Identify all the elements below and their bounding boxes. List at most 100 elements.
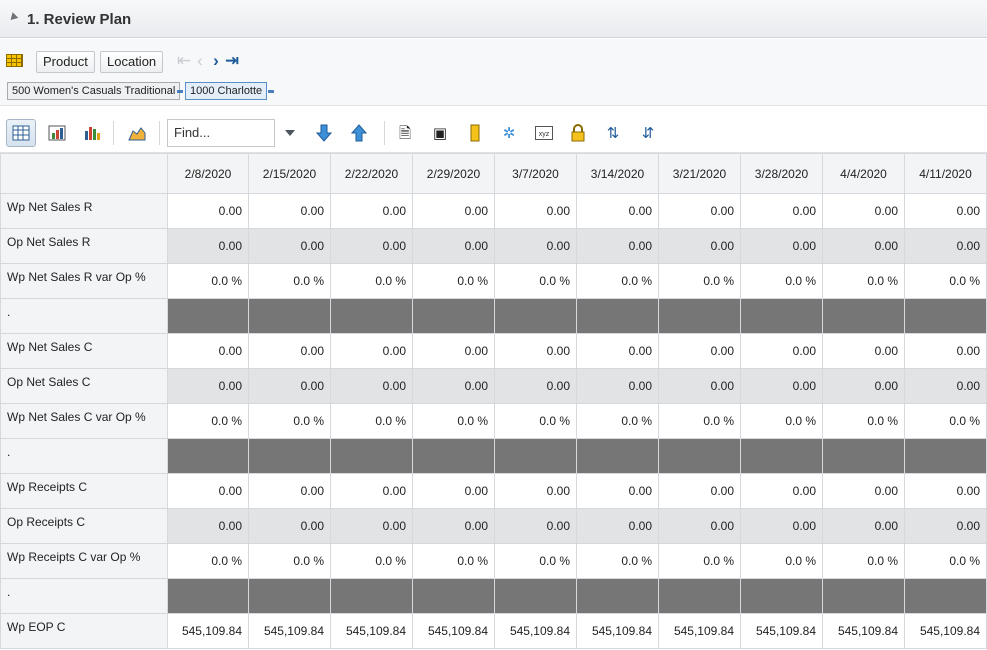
- grid-cell[interactable]: 0.00: [576, 193, 659, 229]
- column-header[interactable]: 3/21/2020: [658, 153, 741, 194]
- grid-cell[interactable]: 0.00: [167, 193, 249, 229]
- grid-cell[interactable]: 0.0 %: [576, 543, 659, 579]
- grid-cell[interactable]: 545,109.84: [167, 613, 249, 649]
- grid-cell[interactable]: 0.00: [330, 193, 413, 229]
- grid-cell[interactable]: 0.0 %: [330, 543, 413, 579]
- grid-cell[interactable]: 0.0 %: [494, 403, 577, 439]
- row-header[interactable]: .: [0, 578, 168, 614]
- row-header[interactable]: Wp EOP C: [0, 613, 168, 649]
- find-previous-button[interactable]: [344, 119, 374, 147]
- grid-cell[interactable]: 545,109.84: [822, 613, 905, 649]
- grid-cell[interactable]: 0.0 %: [658, 263, 741, 299]
- grid-cell[interactable]: 0.0 %: [412, 403, 495, 439]
- row-header[interactable]: Op Net Sales R: [0, 228, 168, 264]
- grid-cell[interactable]: 0.00: [248, 508, 331, 544]
- grid-cell[interactable]: 0.0 %: [576, 403, 659, 439]
- grid-cell[interactable]: 0.0 %: [167, 403, 249, 439]
- grid-cell[interactable]: 0.00: [494, 333, 577, 369]
- grid-cell[interactable]: 0.00: [248, 193, 331, 229]
- breadcrumb-product[interactable]: 500 Women's Casuals Traditional: [7, 82, 181, 100]
- grid-cell[interactable]: 0.00: [658, 473, 741, 509]
- grid-cell[interactable]: 0.00: [167, 333, 249, 369]
- find-input[interactable]: Find...: [167, 119, 275, 147]
- grid-cell[interactable]: 0.00: [494, 193, 577, 229]
- grid-cell[interactable]: 0.00: [167, 508, 249, 544]
- grid-cell[interactable]: 0.00: [904, 333, 987, 369]
- grid-cell[interactable]: 545,109.84: [576, 613, 659, 649]
- grid-cell[interactable]: 0.0 %: [822, 543, 905, 579]
- grid-cell[interactable]: 0.00: [822, 508, 905, 544]
- grid-cell[interactable]: 0.00: [412, 508, 495, 544]
- spread-button[interactable]: ✲: [494, 119, 524, 147]
- grid-cell[interactable]: 0.00: [167, 368, 249, 404]
- grid-cell[interactable]: 0.0 %: [904, 403, 987, 439]
- grid-cell[interactable]: 0.00: [576, 508, 659, 544]
- row-header[interactable]: Wp Net Sales R: [0, 193, 168, 229]
- grid-cell[interactable]: 0.00: [412, 228, 495, 264]
- grid-cell[interactable]: 0.00: [822, 193, 905, 229]
- grid-cell[interactable]: 0.00: [494, 368, 577, 404]
- grid-cell[interactable]: 545,109.84: [248, 613, 331, 649]
- table-layout-icon[interactable]: [6, 54, 23, 67]
- row-header[interactable]: Op Receipts C: [0, 508, 168, 544]
- grid-cell[interactable]: 0.00: [248, 368, 331, 404]
- row-header[interactable]: Wp Receipts C: [0, 473, 168, 509]
- grid-cell[interactable]: 0.0 %: [904, 543, 987, 579]
- grid-cell[interactable]: 0.0 %: [167, 543, 249, 579]
- grid-cell[interactable]: 0.0 %: [248, 403, 331, 439]
- column-header[interactable]: 4/11/2020: [904, 153, 987, 194]
- column-header[interactable]: 2/29/2020: [412, 153, 495, 194]
- grid-cell[interactable]: 0.00: [330, 228, 413, 264]
- grid-cell[interactable]: 0.00: [167, 473, 249, 509]
- grid-cell[interactable]: 0.0 %: [494, 543, 577, 579]
- grid-cell[interactable]: 0.00: [904, 368, 987, 404]
- lock-button[interactable]: [563, 119, 593, 147]
- chart-view-button[interactable]: [77, 119, 107, 147]
- grid-cell[interactable]: 0.0 %: [822, 263, 905, 299]
- grid-cell[interactable]: 545,109.84: [904, 613, 987, 649]
- grid-cell[interactable]: 0.00: [330, 473, 413, 509]
- grid-cell[interactable]: 0.00: [494, 508, 577, 544]
- grid-cell[interactable]: 0.0 %: [740, 403, 823, 439]
- grid-cell[interactable]: 0.0 %: [576, 263, 659, 299]
- grid-cell[interactable]: 0.00: [822, 473, 905, 509]
- grid-cell[interactable]: 0.00: [494, 228, 577, 264]
- grid-cell[interactable]: 0.0 %: [248, 263, 331, 299]
- column-header[interactable]: 3/7/2020: [494, 153, 577, 194]
- breadcrumb-location[interactable]: 1000 Charlotte: [185, 82, 268, 100]
- grid-cell[interactable]: 0.00: [412, 473, 495, 509]
- grid-cell[interactable]: 0.00: [576, 473, 659, 509]
- column-header[interactable]: 4/4/2020: [822, 153, 905, 194]
- grid-cell[interactable]: 0.00: [412, 368, 495, 404]
- grid-cell[interactable]: 0.00: [576, 228, 659, 264]
- grid-cell[interactable]: 0.0 %: [740, 543, 823, 579]
- column-header[interactable]: 2/8/2020: [167, 153, 249, 194]
- grid-cell[interactable]: 0.00: [904, 193, 987, 229]
- grid-cell[interactable]: 0.00: [248, 333, 331, 369]
- grid-cell[interactable]: 0.00: [330, 333, 413, 369]
- grid-cell[interactable]: 0.00: [658, 508, 741, 544]
- column-header[interactable]: 2/22/2020: [330, 153, 413, 194]
- column-header[interactable]: 2/15/2020: [248, 153, 331, 194]
- grid-cell[interactable]: 0.00: [330, 368, 413, 404]
- row-header[interactable]: Wp Receipts C var Op %: [0, 543, 168, 579]
- grid-cell[interactable]: 0.00: [576, 333, 659, 369]
- row-header[interactable]: Wp Net Sales C var Op %: [0, 403, 168, 439]
- last-page-icon[interactable]: ⇥: [224, 52, 240, 69]
- grid-cell[interactable]: 0.00: [658, 333, 741, 369]
- grid-cell[interactable]: 545,109.84: [740, 613, 823, 649]
- grid-cell[interactable]: 0.00: [822, 368, 905, 404]
- grid-cell[interactable]: 0.0 %: [167, 263, 249, 299]
- grid-cell[interactable]: 0.00: [740, 228, 823, 264]
- grid-cell[interactable]: 0.00: [822, 228, 905, 264]
- grid-cell[interactable]: 0.00: [248, 473, 331, 509]
- grid-cell[interactable]: 0.00: [740, 473, 823, 509]
- grid-cell[interactable]: 0.0 %: [412, 543, 495, 579]
- grid-cell[interactable]: 0.00: [658, 368, 741, 404]
- grid-cell[interactable]: 0.00: [412, 333, 495, 369]
- grid-cell[interactable]: 0.00: [248, 228, 331, 264]
- grid-cell[interactable]: 545,109.84: [330, 613, 413, 649]
- grid-cell[interactable]: 0.00: [740, 333, 823, 369]
- sort-ascending-button[interactable]: ⇅: [598, 119, 628, 147]
- row-header[interactable]: .: [0, 298, 168, 334]
